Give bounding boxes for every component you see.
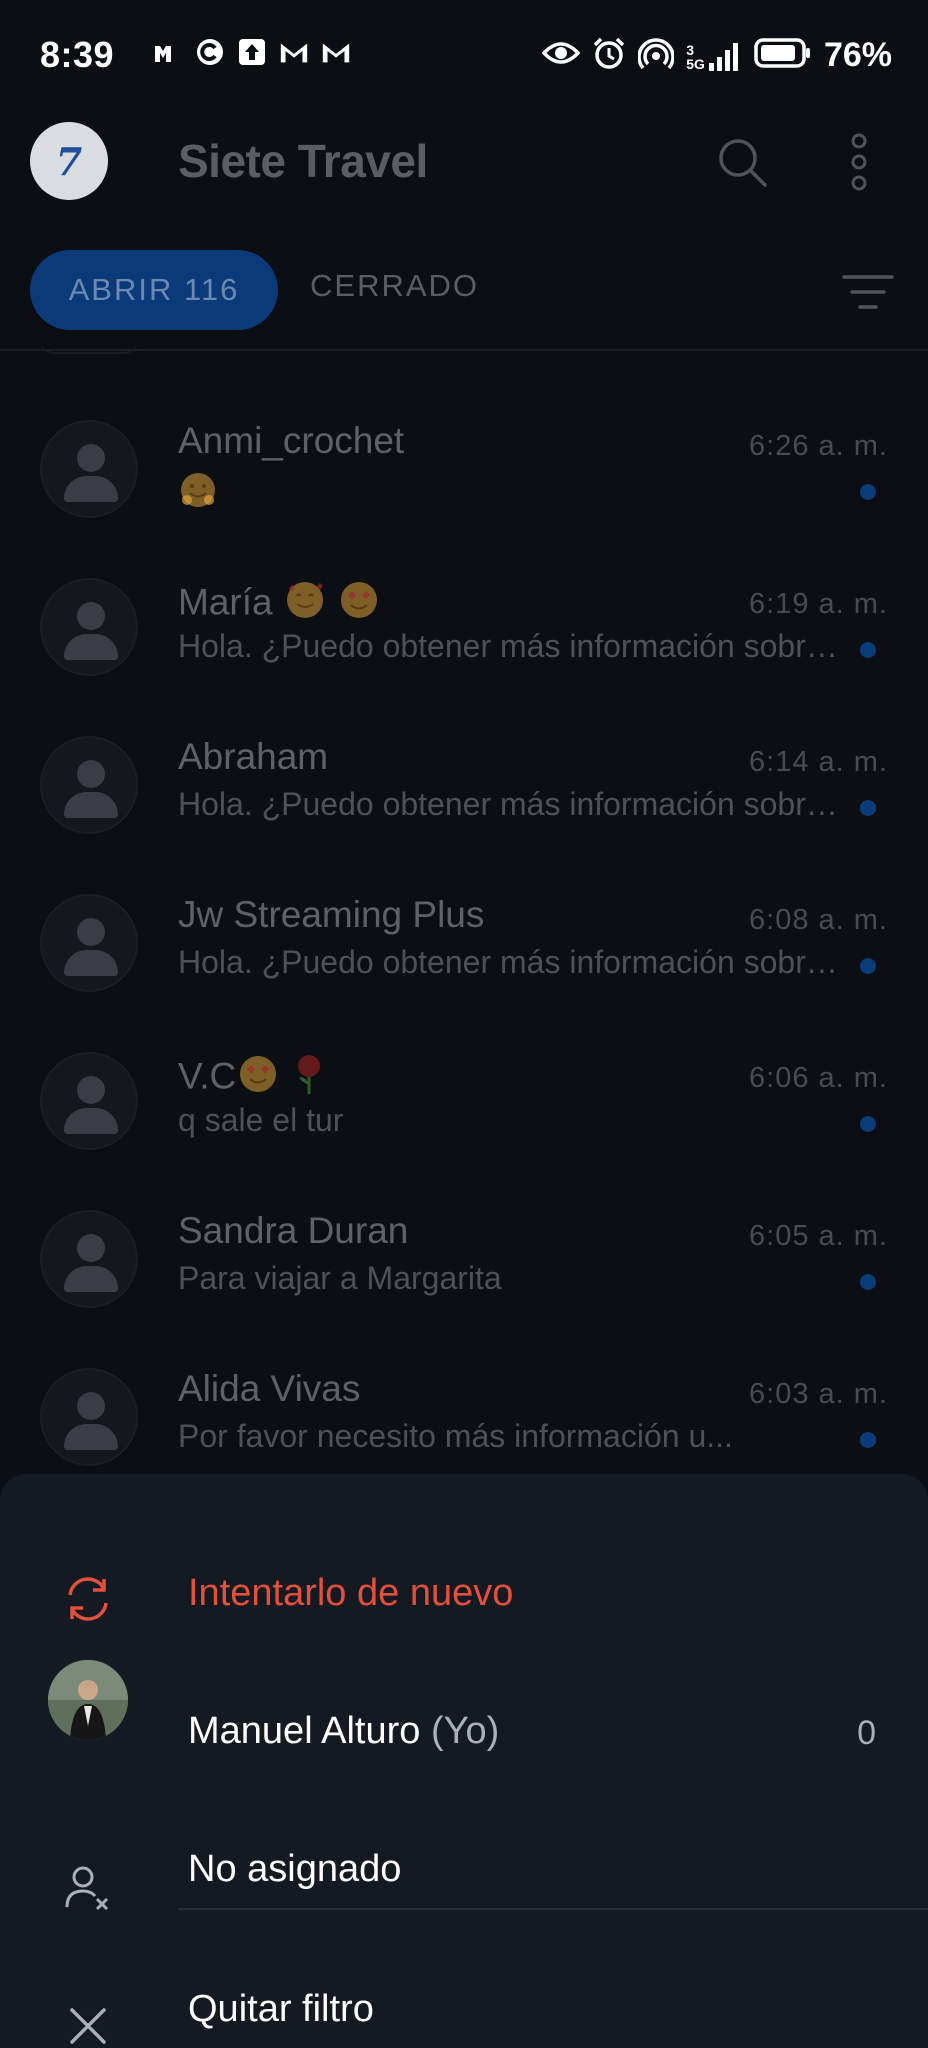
- retry-label: Intentarlo de nuevo: [188, 1572, 514, 1614]
- conversation-row[interactable]: Abraham Hola. ¿Puedo obtener más informa…: [0, 668, 928, 834]
- unread-dot: [860, 958, 876, 974]
- conversation-row[interactable]: María Hola. ¿Puedo obtener más informaci…: [0, 510, 928, 676]
- notification-icons: [152, 36, 352, 68]
- battery-percent: 76%: [823, 36, 892, 74]
- assignee-name: Manuel Alturo (Yo): [188, 1710, 500, 1752]
- refresh-c-icon: [194, 36, 226, 68]
- assigned-count: 0: [857, 1714, 876, 1752]
- tab-open[interactable]: ABRIR 116: [30, 250, 278, 330]
- smiling-hearts-emoji-icon: [283, 578, 327, 631]
- contact-avatar: [40, 420, 138, 518]
- app-header: 7 Siete Travel ABRIR 116 CERRADO: [0, 110, 928, 351]
- conversation-row[interactable]: Jw Streaming Plus Hola. ¿Puedo obtener m…: [0, 826, 928, 992]
- conversation-row[interactable]: Sandra Duran Para viajar a Margarita 6:0…: [0, 1142, 928, 1308]
- message-time: 6:19 a. m.: [749, 588, 888, 620]
- network-type-label: 5G: [686, 55, 705, 72]
- contact-name: V.C: [178, 1052, 327, 1105]
- contact-name: María: [178, 578, 381, 631]
- more-vertical-icon: [851, 133, 867, 191]
- m-app-icon: [152, 36, 184, 68]
- hotspot-icon: [637, 36, 675, 75]
- unassigned-label: No asignado: [188, 1848, 402, 1890]
- unread-dot: [860, 800, 876, 816]
- last-message: Para viajar a Margarita: [178, 1260, 502, 1296]
- unread-dot: [860, 1432, 876, 1448]
- assignee-option-me[interactable]: Manuel Alturo (Yo) 0: [0, 1614, 928, 1752]
- filter-icon: [842, 275, 894, 309]
- contact-name: Alida Vivas: [178, 1368, 361, 1409]
- contact-avatar: [40, 736, 138, 834]
- last-message: Hola. ¿Puedo obtener más información sob…: [178, 786, 838, 822]
- contact-avatar: [40, 1052, 138, 1150]
- signal-5g-icon: 3 5G: [686, 41, 742, 71]
- heart-eyes-emoji-icon: [337, 578, 381, 631]
- page-title: Siete Travel: [178, 135, 428, 187]
- search-button[interactable]: [716, 136, 768, 188]
- contact-avatar: [40, 1210, 138, 1308]
- last-message: Hola. ¿Puedo obtener más información sob…: [178, 628, 838, 664]
- last-message: Por favor necesito más información u...: [178, 1418, 733, 1454]
- conversation-row[interactable]: Alida Vivas Por favor necesito más infor…: [0, 1300, 928, 1466]
- gmail-icon: [278, 36, 310, 68]
- contact-name: Abraham: [178, 736, 329, 777]
- last-message: Hola. ¿Puedo obtener más información sob…: [178, 944, 838, 980]
- contact-name: Jw Streaming Plus: [178, 894, 485, 935]
- retry-option[interactable]: Intentarlo de nuevo: [0, 1474, 928, 1621]
- message-time: 6:03 a. m.: [749, 1378, 888, 1410]
- business-logo[interactable]: 7: [30, 122, 108, 200]
- eye-icon: [541, 39, 581, 72]
- contact-avatar: [40, 578, 138, 676]
- gmail-icon-2: [320, 36, 352, 68]
- unread-dot: [860, 642, 876, 658]
- contact-name: Anmi_crochet: [178, 420, 405, 461]
- unassigned-option[interactable]: No asignado: [0, 1752, 928, 1911]
- assignee-filter-sheet: Intentarlo de nuevo Manuel Alturo (Yo) 0…: [0, 1474, 928, 2048]
- user-avatar: [48, 1660, 128, 1740]
- message-time: 6:05 a. m.: [749, 1220, 888, 1252]
- more-options-button[interactable]: [844, 132, 874, 192]
- rose-emoji-icon: [291, 1052, 327, 1105]
- upload-icon: [236, 36, 268, 68]
- close-icon: [48, 1986, 128, 2048]
- battery-icon: [754, 38, 812, 73]
- conversation-row[interactable]: Anmi_crochet 6:26 a. m.: [0, 352, 928, 518]
- self-indicator: (Yo): [430, 1710, 500, 1752]
- status-bar: 8:39 3 5G 76%: [0, 0, 928, 110]
- app-screen: 8:39 3 5G 76% 7 Siete Travel ABRIR 116 C…: [0, 0, 928, 2048]
- remove-filter-label: Quitar filtro: [188, 1988, 374, 2030]
- remove-filter-option[interactable]: Quitar filtro: [0, 1892, 928, 2044]
- heart-eyes-emoji-icon: [236, 1052, 280, 1105]
- filter-button[interactable]: [842, 273, 894, 311]
- tab-closed[interactable]: CERRADO: [310, 268, 479, 304]
- contact-name: Sandra Duran: [178, 1210, 409, 1251]
- message-time: 6:14 a. m.: [749, 746, 888, 778]
- message-time: 6:06 a. m.: [749, 1062, 888, 1094]
- header-divider: [0, 349, 928, 351]
- system-icons: 3 5G 76%: [541, 36, 892, 75]
- last-message: q sale el tur: [178, 1102, 344, 1138]
- conversation-row[interactable]: V.C q sale el tur 6:06 a. m.: [0, 984, 928, 1150]
- contact-avatar: [40, 894, 138, 992]
- alarm-icon: [592, 36, 626, 75]
- contact-avatar: [40, 1368, 138, 1466]
- unread-dot: [860, 1116, 876, 1132]
- logo-text: 7: [55, 138, 83, 184]
- message-time: 6:26 a. m.: [749, 430, 888, 462]
- search-icon: [719, 139, 767, 187]
- unread-dot: [860, 1274, 876, 1290]
- unread-dot: [860, 484, 876, 500]
- status-time: 8:39: [40, 34, 115, 75]
- message-time: 6:08 a. m.: [749, 904, 888, 936]
- sim-slot-label: 3: [686, 41, 695, 58]
